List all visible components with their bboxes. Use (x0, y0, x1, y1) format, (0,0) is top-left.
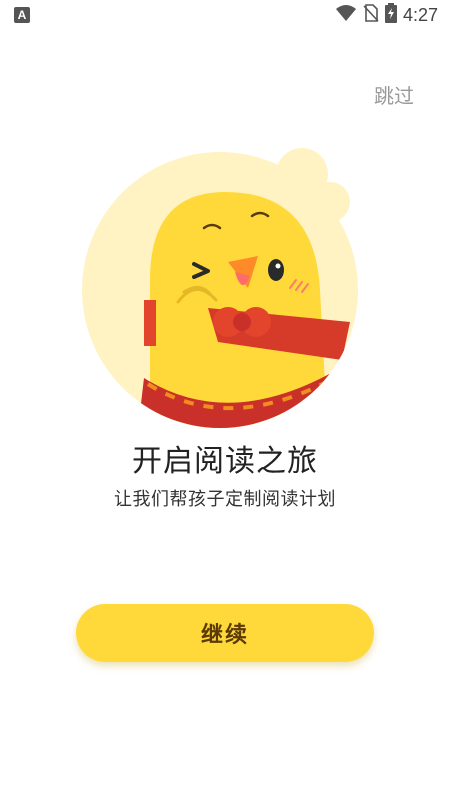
page-title: 开启阅读之旅 (132, 444, 318, 479)
status-bar: A 4:27 (0, 0, 450, 30)
status-time: 4:27 (402, 4, 438, 25)
chick-mascot-illustration (80, 140, 370, 430)
continue-button[interactable]: 继续 (76, 604, 374, 662)
page-subtitle: 让我们帮孩子定制阅读计划 (114, 489, 336, 510)
no-sim-icon (363, 4, 379, 26)
battery-charging-icon (384, 3, 397, 27)
wifi-icon (335, 4, 357, 26)
notification-app-icon: A (14, 7, 30, 23)
skip-button[interactable]: 跳过 (374, 80, 414, 109)
